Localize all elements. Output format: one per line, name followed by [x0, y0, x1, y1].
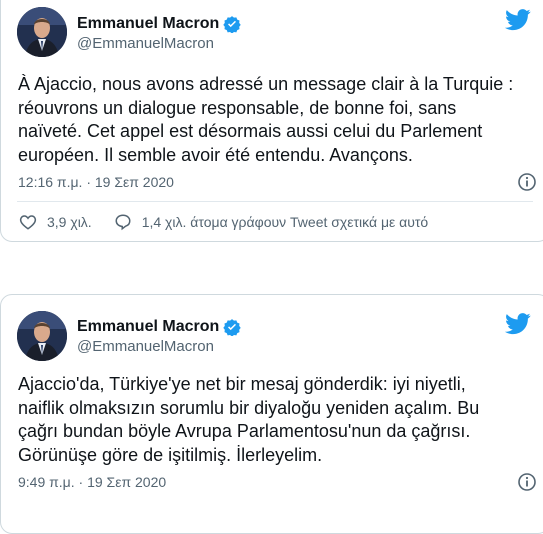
tweet-text: À Ajaccio, nous avons adressé un message… [18, 74, 514, 165]
info-icon[interactable] [517, 172, 537, 192]
avatar[interactable] [17, 311, 67, 361]
author-handle[interactable]: @EmmanuelMacron [77, 338, 214, 355]
author-name[interactable]: Emmanuel Macron [77, 318, 241, 337]
info-icon[interactable] [517, 472, 537, 492]
author-handle[interactable]: @EmmanuelMacron [77, 35, 214, 52]
tweet-card[interactable]: Emmanuel Macron @EmmanuelMacron À Ajacci… [0, 0, 543, 242]
tweet-timestamp[interactable]: 9:49 π.μ. · 19 Σεπ 2020 [18, 474, 166, 490]
tweet-actions: 3,9 χιλ. 1,4 χιλ. άτομα γράφουν Tweet σχ… [19, 213, 428, 231]
tweet-timestamp[interactable]: 12:16 π.μ. · 19 Σεπ 2020 [18, 174, 174, 190]
verified-badge-icon [223, 318, 241, 337]
tweet-text: Ajaccio'da, Türkiye'ye net bir mesaj gön… [18, 374, 480, 465]
like-count[interactable]: 3,9 χιλ. [47, 214, 92, 230]
twitter-bird-icon[interactable] [505, 313, 531, 335]
divider [17, 201, 533, 202]
verified-badge-icon [223, 15, 241, 34]
author-name-text[interactable]: Emmanuel Macron [77, 318, 219, 336]
twitter-bird-icon[interactable] [505, 9, 531, 31]
tweet-card[interactable]: Emmanuel Macron @EmmanuelMacron Ajaccio'… [0, 294, 543, 534]
author-name[interactable]: Emmanuel Macron [77, 15, 241, 34]
author-name-text[interactable]: Emmanuel Macron [77, 15, 219, 33]
conversation-link[interactable]: 1,4 χιλ. άτομα γράφουν Tweet σχετικά με … [142, 214, 429, 230]
heart-icon[interactable] [19, 213, 37, 231]
avatar[interactable] [17, 7, 67, 57]
speech-bubble-icon[interactable] [114, 213, 132, 231]
